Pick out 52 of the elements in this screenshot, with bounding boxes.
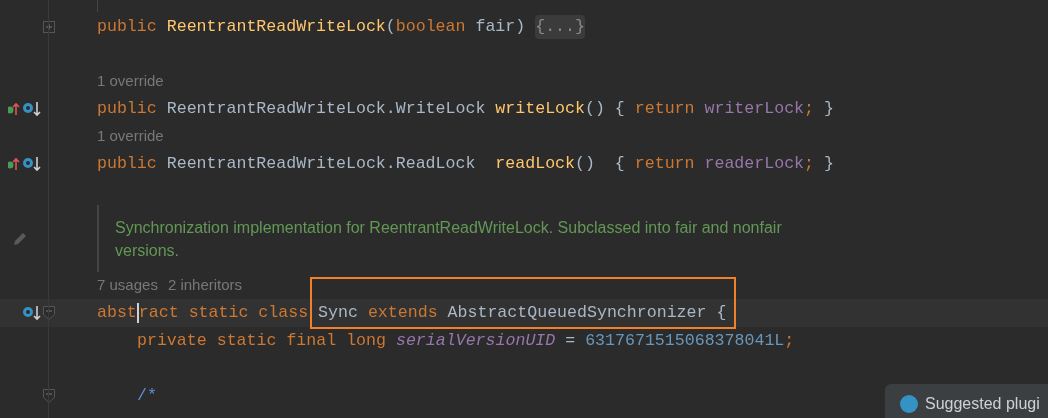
implemented-method-icon[interactable] bbox=[22, 155, 42, 173]
implemented-method-icon[interactable] bbox=[22, 304, 42, 322]
code-token: writerLock bbox=[704, 97, 805, 120]
code-token: readerLock bbox=[704, 152, 805, 175]
overriding-method-icon[interactable] bbox=[8, 156, 20, 172]
inlay-hint[interactable]: 2 inheritors bbox=[167, 274, 243, 297]
plugin-icon bbox=[899, 394, 919, 414]
code-token: public bbox=[97, 97, 158, 120]
implemented-method-icon[interactable] bbox=[22, 100, 42, 118]
inlay-hint[interactable]: 1 override bbox=[97, 70, 164, 93]
code-token: abst bbox=[97, 301, 137, 324]
code-token: ReentrantReadWriteLock.ReadLock bbox=[166, 152, 477, 175]
code-token: } bbox=[824, 97, 834, 120]
inlay-hint[interactable]: 1 override bbox=[97, 125, 164, 148]
code-token: ract bbox=[138, 301, 180, 324]
code-token: = bbox=[564, 329, 577, 352]
code-token: ReentrantReadWriteLock.WriteLock bbox=[166, 97, 487, 120]
code-token: long bbox=[346, 329, 387, 352]
notification-text: Suggested plugi bbox=[925, 394, 1040, 414]
code-token: final bbox=[286, 329, 338, 352]
code-token: serialVersionUID bbox=[395, 329, 556, 352]
inlay-hint[interactable]: 7 usages bbox=[97, 274, 158, 297]
code-token: extends bbox=[367, 301, 439, 324]
code-token: ; bbox=[804, 152, 816, 175]
code-token: {...} bbox=[535, 14, 585, 40]
code-token: public bbox=[97, 15, 158, 38]
code-token: fair bbox=[475, 15, 516, 38]
code-token: private bbox=[137, 329, 208, 352]
code-token: static bbox=[188, 301, 250, 324]
overriding-method-icon[interactable] bbox=[8, 101, 20, 117]
code-token: ( bbox=[385, 15, 396, 38]
code-token: readLock bbox=[495, 152, 575, 175]
code-token: boolean bbox=[395, 15, 467, 38]
code-token: public bbox=[97, 152, 158, 175]
code-token: ) bbox=[515, 15, 527, 38]
doc-comment: Synchronization implementation for ReentrantReadWriteLock. Subclassed into fair and nonfair versions. bbox=[115, 217, 783, 261]
suggested-plugin-notification[interactable]: Suggested plugi bbox=[885, 384, 1048, 418]
code-token: ; bbox=[784, 329, 795, 352]
code-token: return bbox=[634, 97, 696, 120]
code-token: () { bbox=[584, 97, 626, 120]
code-token: ReentrantReadWriteLock bbox=[166, 15, 386, 38]
code-token: /* bbox=[137, 384, 157, 407]
code-token: Sync bbox=[318, 301, 359, 324]
code-token: ; bbox=[804, 97, 816, 120]
code-token: static bbox=[216, 329, 278, 352]
code-token: } bbox=[824, 152, 834, 175]
code-token: 6317671515068378041L bbox=[585, 329, 785, 352]
code-token: class bbox=[258, 301, 310, 324]
code-token: return bbox=[634, 152, 696, 175]
code-token: writeLock bbox=[495, 97, 585, 120]
code-token: AbstractQueuedSynchronizer { bbox=[447, 301, 727, 324]
code-token: () { bbox=[575, 152, 626, 175]
